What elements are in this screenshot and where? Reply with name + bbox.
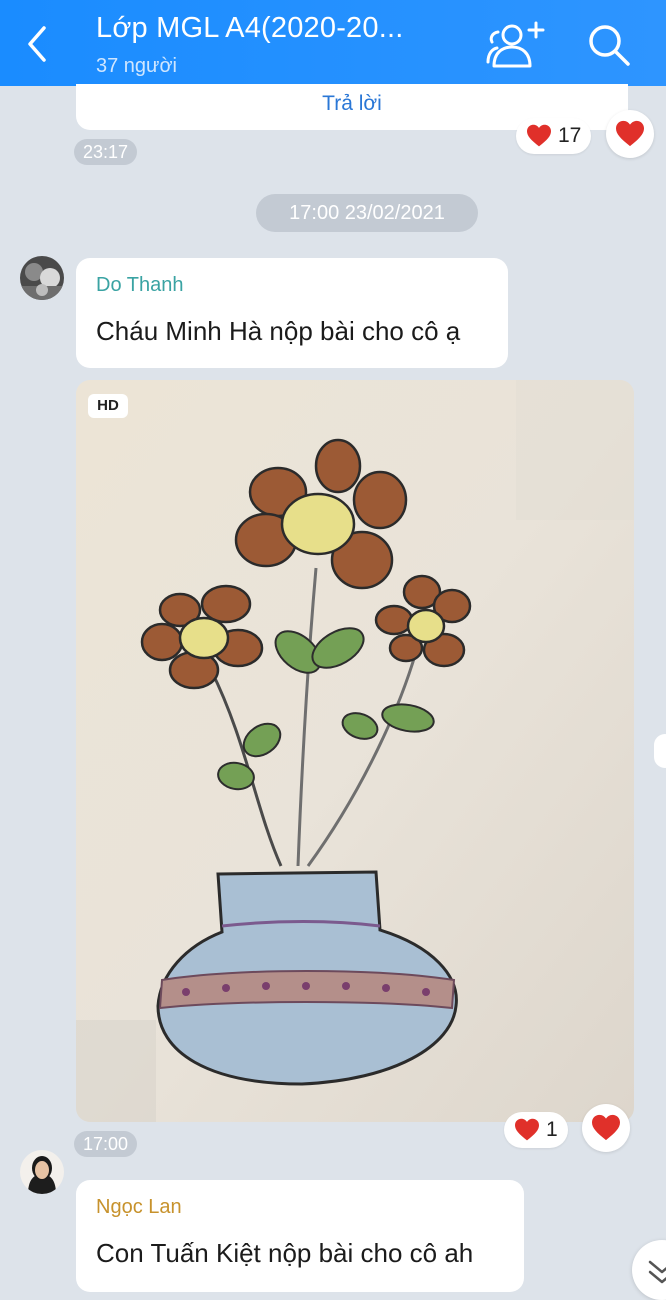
- scroll-down-button[interactable]: [632, 1240, 666, 1300]
- avatar[interactable]: [20, 1150, 64, 1194]
- reaction-summary[interactable]: 1: [504, 1112, 568, 1148]
- heart-icon: [526, 124, 552, 148]
- avatar[interactable]: [20, 256, 64, 300]
- double-chevron-down-icon: [648, 1260, 666, 1284]
- group-title[interactable]: Lớp MGL A4(2020-20...: [96, 12, 403, 45]
- react-button[interactable]: [582, 1104, 630, 1152]
- heart-icon: [514, 1118, 540, 1142]
- side-scroll-handle[interactable]: [654, 734, 666, 768]
- add-member-icon[interactable]: [484, 20, 546, 70]
- react-button[interactable]: [606, 110, 654, 158]
- reaction-summary[interactable]: 17: [516, 118, 592, 154]
- chat-header: Lớp MGL A4(2020-20... 37 người: [0, 0, 666, 86]
- heart-icon: [615, 120, 645, 148]
- message-time: 17:00: [74, 1131, 138, 1157]
- message-bubble[interactable]: Do Thanh Cháu Minh Hà nộp bài cho cô ạ: [76, 258, 508, 368]
- reaction-count: 17: [558, 124, 582, 147]
- flower-vase-drawing: [76, 380, 634, 1122]
- search-icon[interactable]: [586, 22, 632, 68]
- member-count[interactable]: 37 người: [96, 55, 177, 78]
- avatar-photo: [20, 1150, 64, 1194]
- sender-name[interactable]: Do Thanh: [96, 274, 183, 297]
- reply-button[interactable]: Trả lời: [76, 92, 628, 116]
- heart-icon: [591, 1114, 621, 1142]
- message-bubble[interactable]: Ngọc Lan Con Tuấn Kiệt nộp bài cho cô ah: [76, 1180, 524, 1292]
- sender-name[interactable]: Ngọc Lan: [96, 1196, 182, 1219]
- message-text: Cháu Minh Hà nộp bài cho cô ạ: [96, 316, 461, 346]
- avatar-photo: [20, 256, 64, 300]
- back-arrow-icon[interactable]: [20, 24, 56, 64]
- message-time: 23:17: [74, 139, 138, 165]
- reaction-count: 1: [546, 1118, 558, 1141]
- hd-badge: HD: [88, 394, 128, 418]
- photo-message[interactable]: HD: [76, 380, 634, 1122]
- message-text: Con Tuấn Kiệt nộp bài cho cô ah: [96, 1238, 474, 1268]
- date-separator: 17:00 23/02/2021: [256, 194, 478, 232]
